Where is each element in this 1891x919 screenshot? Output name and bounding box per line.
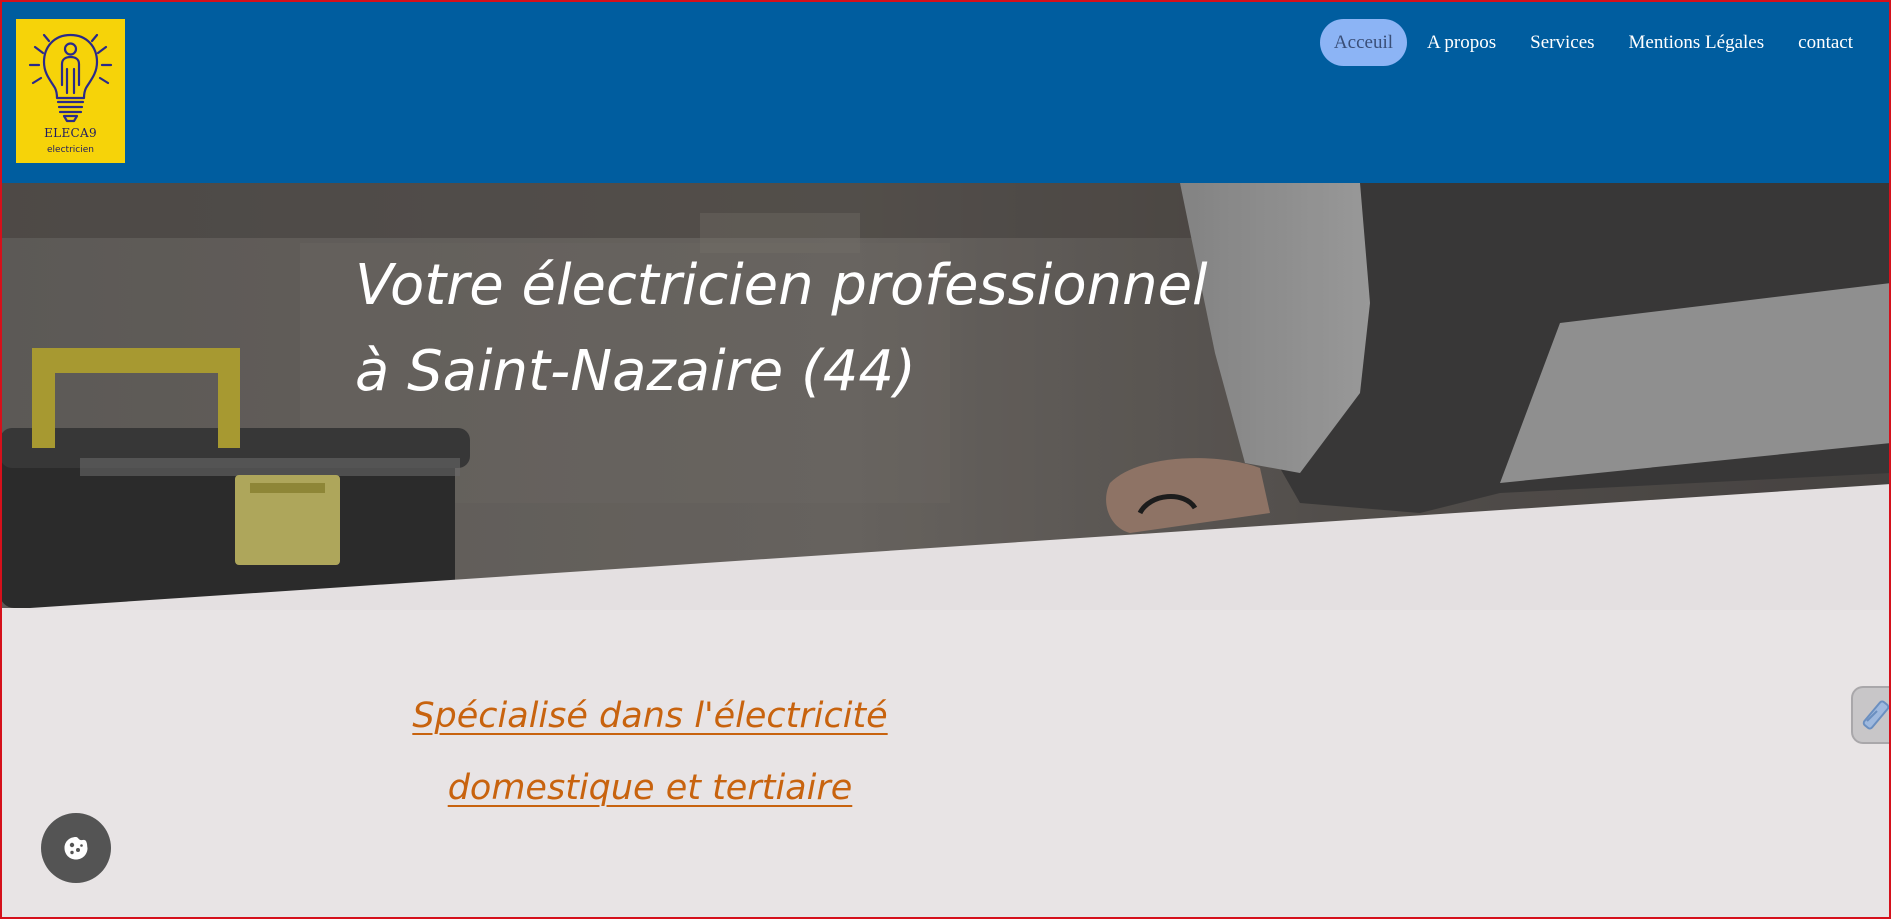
cookie-icon bbox=[64, 837, 88, 860]
hero-title-line-1: Votre électricien professionnel bbox=[355, 253, 1208, 318]
section-divider bbox=[0, 484, 1891, 610]
logo[interactable]: ELECA9 electricien bbox=[16, 19, 125, 163]
main-nav: Acceuil A propos Services Mentions Légal… bbox=[1319, 19, 1867, 66]
hero-title: Votre électricien professionnel à Saint-… bbox=[355, 243, 1208, 415]
site-header: ELECA9 electricien Acceuil A propos Serv… bbox=[0, 0, 1891, 183]
side-edit-tab[interactable] bbox=[1851, 686, 1891, 744]
nav-item-services[interactable]: Services bbox=[1516, 19, 1608, 66]
logo-subtitle: electricien bbox=[47, 145, 94, 155]
logo-brand: ELECA9 bbox=[44, 126, 97, 140]
nav-item-contact[interactable]: contact bbox=[1784, 19, 1867, 66]
specialty-line-1[interactable]: Spécialisé dans l'électricité bbox=[350, 680, 950, 752]
pencil-icon bbox=[1862, 700, 1890, 730]
hero-title-line-2: à Saint-Nazaire (44) bbox=[355, 339, 916, 404]
specialty-line-2[interactable]: domestique et tertiaire bbox=[350, 752, 950, 824]
cookie-settings-button[interactable] bbox=[41, 813, 111, 883]
nav-item-a-propos[interactable]: A propos bbox=[1413, 19, 1510, 66]
lightbulb-person-icon bbox=[28, 33, 113, 123]
nav-item-mentions-legales[interactable]: Mentions Légales bbox=[1615, 19, 1779, 66]
nav-item-acceuil[interactable]: Acceuil bbox=[1319, 19, 1407, 66]
specialty-link[interactable]: Spécialisé dans l'électricité domestique… bbox=[350, 680, 950, 824]
